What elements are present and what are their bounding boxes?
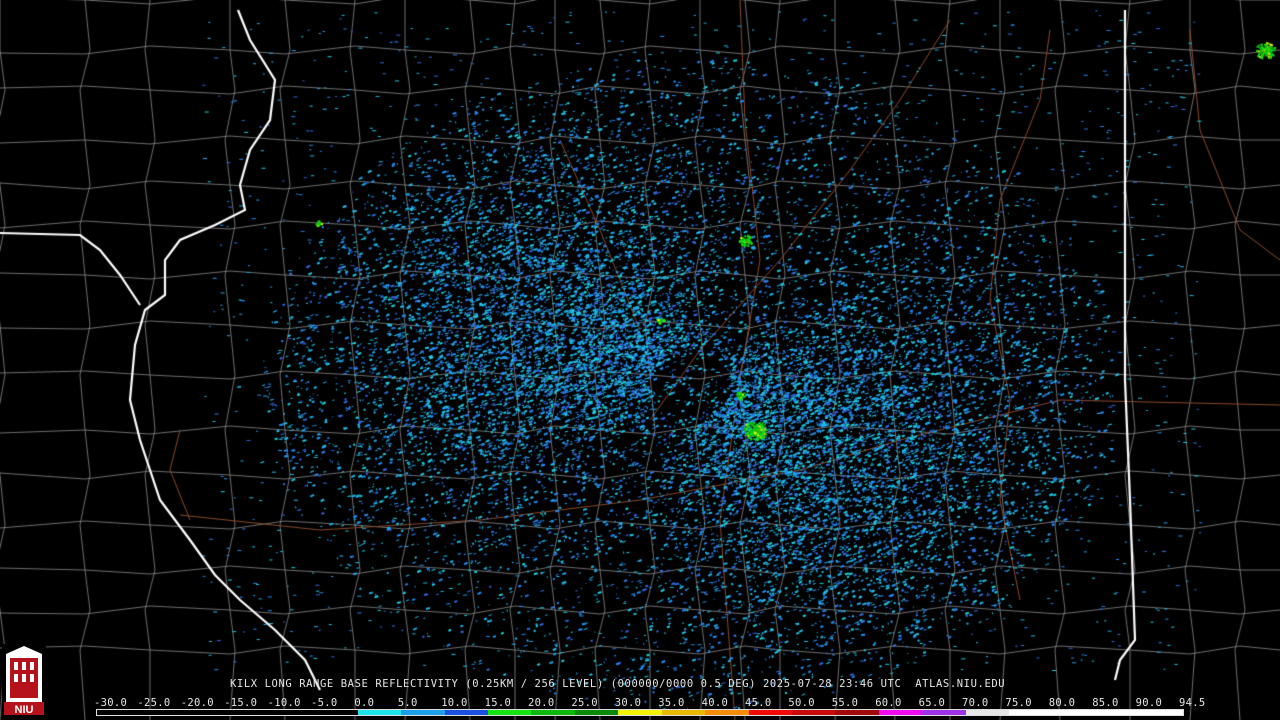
colorbar-swatch: [1139, 710, 1183, 715]
colorbar-swatch: [401, 710, 445, 715]
colorbar-label: -10.0: [267, 697, 301, 709]
colorbar-label: 55.0: [831, 697, 859, 709]
reflectivity-colorbar: [96, 709, 1184, 716]
colorbar-label: 5.0: [397, 697, 418, 709]
colorbar-swatch: [140, 710, 184, 715]
colorbar-swatch: [487, 710, 532, 715]
colorbar-swatch: [661, 710, 706, 715]
colorbar-label: 0.0: [354, 697, 375, 709]
svg-text:NIU: NIU: [15, 704, 34, 716]
colorbar-swatch: [444, 710, 488, 715]
colorbar-label: 45.0: [745, 697, 772, 709]
colorbar-label: 35.0: [658, 697, 685, 709]
colorbar-swatch: [183, 710, 228, 715]
colorbar-swatch: [748, 710, 792, 715]
colorbar-label: 70.0: [962, 697, 989, 709]
colorbar-label: 94.5: [1179, 697, 1206, 709]
colorbar-label: 80.0: [1048, 697, 1076, 709]
colorbar-label: 30.0: [614, 697, 642, 709]
colorbar-swatch: [878, 710, 923, 715]
colorbar-swatch: [618, 710, 662, 715]
colorbar-swatch: [835, 710, 879, 715]
radar-map: [0, 0, 1280, 720]
colorbar-swatch: [1009, 710, 1053, 715]
colorbar-label: -25.0: [137, 697, 171, 709]
colorbar-label: -30.0: [94, 697, 128, 709]
colorbar-label: 40.0: [701, 697, 729, 709]
colorbar-swatch: [270, 710, 315, 715]
colorbar-swatch: [227, 710, 271, 715]
colorbar-label: 75.0: [1005, 697, 1032, 709]
colorbar-label: 15.0: [484, 697, 512, 709]
colorbar-swatch: [705, 710, 749, 715]
product-caption: KILX LONG RANGE BASE REFLECTIVITY (0.25K…: [230, 678, 1006, 690]
colorbar-label: 85.0: [1092, 697, 1119, 709]
colorbar-label: 90.0: [1135, 697, 1163, 709]
colorbar-swatch: [1052, 710, 1097, 715]
colorbar-label: -20.0: [180, 697, 214, 709]
colorbar-swatch: [574, 710, 619, 715]
colorbar-swatch: [965, 710, 1010, 715]
colorbar-swatch: [922, 710, 966, 715]
colorbar-swatch: [1096, 710, 1140, 715]
colorbar-swatch: [97, 710, 141, 715]
colorbar-labels: -30.0 -25.0 -20.0 -15.0 -10.0 -5.0 0.0 5.0 10.0 1…: [94, 697, 1205, 709]
colorbar-label: -5.0: [311, 697, 338, 709]
colorbar-label: 60.0: [875, 697, 902, 709]
niu-logo: NIU: [2, 644, 46, 716]
colorbar-label: 50.0: [788, 697, 815, 709]
colorbar-label: 65.0: [918, 697, 946, 709]
colorbar-label: 25.0: [571, 697, 598, 709]
colorbar-label: 10.0: [441, 697, 468, 709]
colorbar-swatch: [531, 710, 575, 715]
colorbar-swatch: [314, 710, 358, 715]
colorbar-swatch: [792, 710, 836, 715]
colorbar-swatch: [357, 710, 402, 715]
colorbar-label: 20.0: [528, 697, 555, 709]
colorbar-label: -15.0: [224, 697, 258, 709]
